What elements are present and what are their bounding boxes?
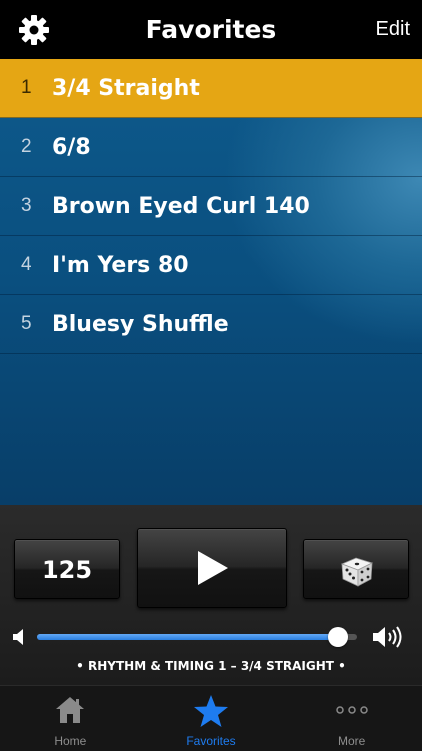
item-number: 1 xyxy=(21,77,32,98)
volume-high-icon xyxy=(373,626,402,648)
tab-label: Home xyxy=(54,734,87,748)
tab-bar: Home Favorites More xyxy=(0,685,422,751)
nav-bar: Favorites Edit xyxy=(0,0,422,59)
item-name: Bluesy Shuffle xyxy=(52,311,229,337)
tab-favorites[interactable]: Favorites xyxy=(141,686,282,751)
volume-low-icon xyxy=(13,629,23,645)
item-name: 6/8 xyxy=(52,134,91,160)
tab-label: More xyxy=(338,734,366,748)
item-number: 5 xyxy=(21,313,32,334)
player-controls: 125 • RHYTHM & TIMING 1 – 3/4 STRAIGHT • xyxy=(0,505,422,685)
tab-label: Favorites xyxy=(186,734,236,748)
now-playing-label: • RHYTHM & TIMING 1 – 3/4 STRAIGHT • xyxy=(76,659,346,673)
edit-button[interactable]: Edit xyxy=(376,18,410,41)
list-item[interactable]: 2 6/8 xyxy=(0,118,422,177)
random-button[interactable] xyxy=(303,539,409,599)
item-name: 3/4 Straight xyxy=(52,75,200,101)
page-title: Favorites xyxy=(145,15,277,44)
list-item[interactable]: 1 3/4 Straight xyxy=(0,59,422,118)
volume-fill xyxy=(37,634,338,640)
item-name: I'm Yers 80 xyxy=(52,252,189,278)
tempo-value: 125 xyxy=(41,556,93,584)
item-number: 2 xyxy=(21,136,32,157)
star-icon xyxy=(194,695,228,727)
item-number: 3 xyxy=(21,195,32,216)
play-button[interactable] xyxy=(137,528,287,608)
list-item[interactable]: 5 Bluesy Shuffle xyxy=(0,295,422,354)
tab-home[interactable]: Home xyxy=(0,686,141,751)
tab-more[interactable]: More xyxy=(281,686,422,751)
gear-icon[interactable] xyxy=(18,14,50,46)
item-name: Brown Eyed Curl 140 xyxy=(52,193,310,219)
favorites-list: 1 3/4 Straight 2 6/8 3 Brown Eyed Curl 1… xyxy=(0,59,422,505)
volume-thumb[interactable] xyxy=(327,627,348,647)
volume-slider[interactable] xyxy=(37,627,357,647)
list-item[interactable]: 4 I'm Yers 80 xyxy=(0,236,422,295)
item-number: 4 xyxy=(21,254,32,275)
dice-icon xyxy=(340,557,374,587)
list-item[interactable]: 3 Brown Eyed Curl 140 xyxy=(0,177,422,236)
play-icon xyxy=(198,551,228,585)
more-icon xyxy=(335,706,368,714)
tempo-button[interactable]: 125 xyxy=(14,539,120,599)
home-icon xyxy=(56,697,85,723)
